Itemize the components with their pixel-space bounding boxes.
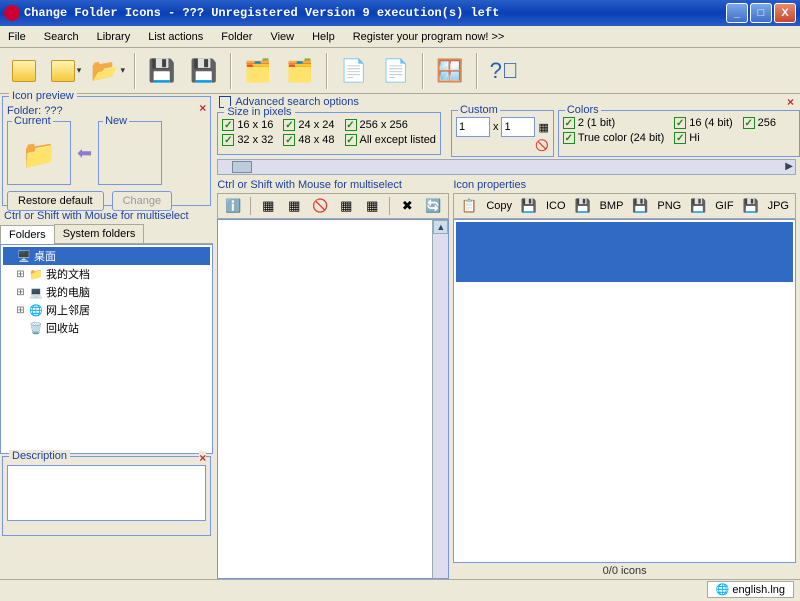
chk-hicolor[interactable]: ✓Hi — [674, 132, 732, 144]
results-toolbar: ℹ️ ▦ ▦ 🚫 ▦ ▦ ✖ 🔄 — [217, 193, 449, 219]
save-png-icon[interactable]: 💾 — [631, 197, 649, 215]
grid-icon-2[interactable]: ▦ — [285, 197, 303, 215]
tree-my-documents[interactable]: ⊞📁我的文档 — [3, 265, 210, 283]
titlebar: Change Folder Icons - ??? Unregistered V… — [0, 0, 800, 26]
chk-16[interactable]: ✓16 x 16 — [222, 119, 273, 131]
tool-doc-1[interactable]: 📄 — [336, 53, 372, 89]
tool-doc-2[interactable]: 📄 — [378, 53, 414, 89]
maximize-button[interactable]: □ — [750, 3, 772, 23]
minimize-button[interactable]: _ — [726, 3, 748, 23]
tool-icl-1[interactable]: 🗂️ — [240, 53, 276, 89]
statusbar: 🌐 english.lng — [0, 579, 800, 599]
tab-folders[interactable]: Folders — [0, 225, 55, 244]
language-indicator[interactable]: 🌐 english.lng — [707, 581, 794, 598]
custom-grid-icon[interactable]: ▦ — [538, 121, 548, 134]
menu-search[interactable]: Search — [44, 31, 79, 43]
preview-close-icon[interactable]: × — [199, 101, 206, 115]
menubar: File Search Library List actions Folder … — [0, 26, 800, 48]
save-ico-icon[interactable]: 💾 — [520, 197, 538, 215]
chk-48[interactable]: ✓48 x 48 — [283, 134, 334, 146]
tab-system-folders[interactable]: System folders — [54, 224, 145, 243]
chk-256color[interactable]: ✓256 — [743, 117, 776, 129]
chk-24[interactable]: ✓24 x 24 — [283, 119, 334, 131]
menu-file[interactable]: File — [8, 31, 26, 43]
chk-32[interactable]: ✓32 x 32 — [222, 134, 273, 146]
save-jpg-icon[interactable]: 💾 — [742, 197, 760, 215]
tool-icl-2[interactable]: 🗂️ — [282, 53, 318, 89]
search-close-icon[interactable]: × — [787, 95, 794, 109]
tool-save-1[interactable]: 💾 — [144, 53, 180, 89]
chk-all[interactable]: ✓All except listed — [345, 134, 436, 146]
grid-del-icon[interactable]: ✖ — [398, 197, 416, 215]
save-bmp-icon[interactable]: 💾 — [574, 197, 592, 215]
custom-forbid-icon[interactable]: 🚫 — [535, 140, 549, 152]
menu-library[interactable]: Library — [97, 31, 131, 43]
chk-256[interactable]: ✓256 x 256 — [345, 119, 436, 131]
tree-recycle[interactable]: 🗑️回收站 — [3, 319, 210, 337]
new-preview: New — [98, 121, 162, 185]
menu-list-actions[interactable]: List actions — [148, 31, 203, 43]
properties-list[interactable] — [453, 219, 796, 563]
properties-selection — [456, 222, 793, 282]
description-body — [7, 465, 206, 521]
options-hscroll[interactable]: ▶ — [217, 159, 796, 175]
tool-window[interactable]: 🪟 — [432, 53, 468, 89]
chk-2color[interactable]: ✓2 (1 bit) — [563, 117, 664, 129]
change-button[interactable]: Change — [112, 191, 173, 211]
colors-group: Colors ✓2 (1 bit) ✓True color (24 bit) ✓… — [558, 110, 800, 157]
export-toolbar: 📋Copy 💾ICO 💾BMP 💾PNG 💾GIF 💾JPG — [453, 193, 796, 219]
menu-register[interactable]: Register your program now! >> — [353, 31, 505, 43]
menu-view[interactable]: View — [270, 31, 294, 43]
icon-preview-group: Icon preview Folder: ??? Current📁 ⬅ New … — [2, 96, 211, 206]
grid-up-icon[interactable]: ▦ — [363, 197, 381, 215]
multiselect-hint-mid: Ctrl or Shift with Mouse for multiselect — [217, 177, 449, 193]
refresh-icon[interactable]: 🔄 — [424, 197, 442, 215]
size-label: Size in pixels — [224, 106, 294, 118]
icon-properties-label: Icon properties — [453, 177, 796, 193]
tool-save-2[interactable]: 💾 — [186, 53, 222, 89]
description-group: Description × — [2, 456, 211, 536]
chk-16color[interactable]: ✓16 (4 bit) — [674, 117, 732, 129]
save-gif-icon[interactable]: 💾 — [689, 197, 707, 215]
arrow-icon: ⬅ — [77, 143, 92, 164]
description-label: Description — [9, 450, 70, 462]
size-group: Size in pixels ✓16 x 16 ✓32 x 32 ✓24 x 2… — [217, 112, 441, 155]
close-button[interactable]: X — [774, 3, 796, 23]
grid-block-icon[interactable]: 🚫 — [311, 197, 329, 215]
results-list[interactable]: ▲ — [217, 219, 449, 579]
copy-icon[interactable]: 📋 — [460, 197, 478, 215]
tool-icon-2[interactable] — [48, 53, 84, 89]
icon-preview-label: Icon preview — [9, 90, 77, 102]
folder-tabs: Folders System folders — [0, 224, 213, 244]
menu-help[interactable]: Help — [312, 31, 335, 43]
chk-truecolor[interactable]: ✓True color (24 bit) — [563, 132, 664, 144]
tree-network[interactable]: ⊞🌐网上邻居 — [3, 301, 210, 319]
tool-folder-open[interactable]: 📂 — [90, 53, 126, 89]
grid-icon-3[interactable]: ▦ — [337, 197, 355, 215]
current-preview: Current📁 — [7, 121, 71, 185]
tool-icon-1[interactable] — [6, 53, 42, 89]
toolbar: 📂 💾 💾 🗂️ 🗂️ 📄 📄 🪟 ?⃝ — [0, 48, 800, 94]
window-title: Change Folder Icons - ??? Unregistered V… — [24, 6, 726, 20]
icon-count: 0/0 icons — [453, 563, 796, 579]
tree-my-computer[interactable]: ⊞💻我的电脑 — [3, 283, 210, 301]
custom-height[interactable]: 1 — [501, 117, 535, 137]
folder-tree[interactable]: 🖥️桌面 ⊞📁我的文档 ⊞💻我的电脑 ⊞🌐网上邻居 🗑️回收站 — [0, 244, 213, 454]
info-icon[interactable]: ℹ️ — [224, 197, 242, 215]
description-close-icon[interactable]: × — [199, 451, 206, 465]
tool-help[interactable]: ?⃝ — [486, 53, 522, 89]
menu-folder[interactable]: Folder — [221, 31, 252, 43]
tree-desktop[interactable]: 🖥️桌面 — [3, 247, 210, 265]
custom-width[interactable]: 1 — [456, 117, 490, 137]
custom-size-group: Custom 1 x 1 ▦ 🚫 — [451, 110, 554, 157]
restore-default-button[interactable]: Restore default — [7, 191, 104, 211]
results-vscroll[interactable]: ▲ — [432, 220, 448, 578]
grid-icon-1[interactable]: ▦ — [259, 197, 277, 215]
app-icon — [4, 5, 20, 21]
